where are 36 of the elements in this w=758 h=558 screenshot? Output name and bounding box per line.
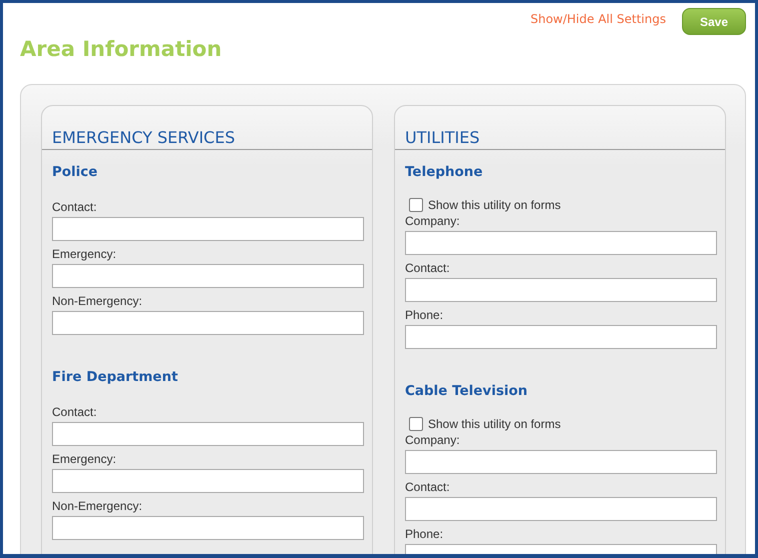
- field-label: Company:: [405, 433, 461, 447]
- input-field[interactable]: [405, 450, 717, 474]
- input-field[interactable]: [52, 469, 364, 493]
- field-label: Company:: [405, 214, 461, 228]
- field-label: Contact:: [405, 480, 451, 494]
- field-label: Emergency:: [52, 452, 118, 466]
- input-field[interactable]: [52, 516, 364, 540]
- field-label: Non-Emergency:: [52, 294, 144, 308]
- input-field[interactable]: [405, 278, 717, 302]
- field-label: Contact:: [52, 200, 98, 214]
- input-field[interactable]: [405, 325, 717, 349]
- input-field[interactable]: [52, 311, 364, 335]
- group-heading: Police: [52, 163, 99, 180]
- page-title: Area Information: [19, 36, 223, 61]
- field-label: Emergency:: [52, 247, 118, 261]
- show-on-forms-checkbox[interactable]: [409, 198, 423, 212]
- section-heading: UTILITIES: [395, 106, 725, 150]
- input-field[interactable]: [405, 231, 717, 255]
- section-heading: EMERGENCY SERVICES: [42, 106, 372, 150]
- input-field[interactable]: [52, 422, 364, 446]
- checkbox-label: Show this utility on forms: [428, 417, 561, 431]
- input-field[interactable]: [52, 264, 364, 288]
- save-button[interactable]: Save: [682, 8, 746, 35]
- field-label: Non-Emergency:: [52, 499, 144, 513]
- show-on-forms-checkbox[interactable]: [409, 417, 423, 431]
- group-heading: Fire Department: [52, 368, 179, 385]
- field-label: Contact:: [52, 405, 98, 419]
- group-heading: Telephone: [405, 163, 484, 180]
- checkbox-label: Show this utility on forms: [428, 198, 561, 212]
- field-label: Contact:: [405, 261, 451, 275]
- show-hide-settings-link[interactable]: Show/Hide All Settings: [530, 12, 666, 26]
- field-label: Phone:: [405, 308, 444, 322]
- input-field[interactable]: [405, 497, 717, 521]
- input-field[interactable]: [52, 217, 364, 241]
- group-heading: Cable Television: [405, 382, 528, 399]
- field-label: Phone:: [405, 527, 444, 541]
